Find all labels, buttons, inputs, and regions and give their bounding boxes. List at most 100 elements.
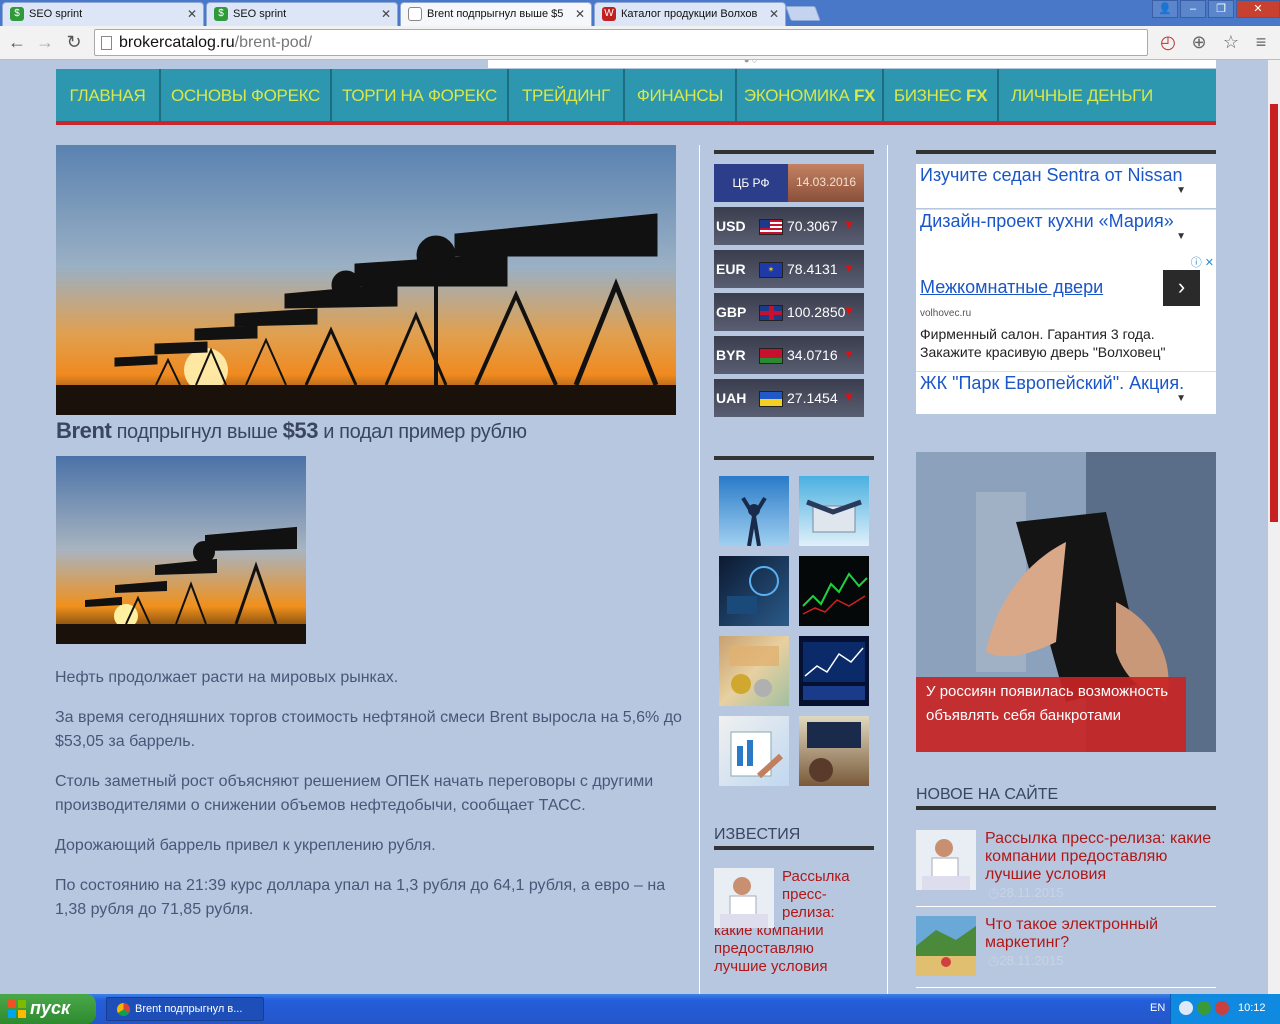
new-tab-button[interactable] <box>785 6 821 21</box>
tab-label: SEO sprint <box>233 8 287 20</box>
user-profile-icon[interactable]: 👤 <box>1152 0 1178 18</box>
article-title: Brent подпрыгнул выше $53 и подал пример… <box>56 418 527 443</box>
ad-doors[interactable]: ⓘ ✕ Межкомнатные двери › volhovec.ru Фир… <box>916 253 1216 371</box>
language-indicator[interactable]: EN <box>1150 1002 1165 1014</box>
down-arrow-icon: ▼ <box>843 347 855 361</box>
article-paragraph: По состоянию на 21:39 курс доллара упал … <box>55 877 666 918</box>
new-item-image[interactable] <box>916 916 976 976</box>
tab-label: Brent подпрыгнул выше $5 <box>427 8 564 20</box>
chevron-right-icon[interactable]: › <box>1163 270 1200 306</box>
uk-flag-icon <box>759 305 783 321</box>
article-hero-image <box>56 145 676 415</box>
nav-economy-fx[interactable]: ЭКОНОМИКА FX <box>737 69 884 121</box>
ad-park-european[interactable]: ЖК "Парк Европейский". Акция. ▼ <box>916 371 1216 414</box>
new-item-title[interactable]: Рассылка пресс-релиза: какие компании пр… <box>985 830 1213 884</box>
ad-sentra[interactable]: Изучите седан Sentra от Nissan ▼ <box>916 164 1216 208</box>
promo-bankruptcy[interactable]: У россиян появилась возможность объявлят… <box>916 452 1216 752</box>
article-paragraph: Столь заметный рост объясняют решением О… <box>55 773 654 814</box>
article-paragraph: Дорожающий баррель привел к укреплению р… <box>55 837 436 854</box>
clock-icon: ◷ <box>988 953 1000 968</box>
currency-row-uah: UAH 27.1454 ▼ <box>714 379 864 417</box>
nav-personal-money[interactable]: ЛИЧНЫЕ ДЕНЬГИ <box>999 69 1165 121</box>
new-item-title[interactable]: Что такое электронный маркетинг? <box>985 916 1213 952</box>
nav-trading[interactable]: ТРЕЙДИНГ <box>509 69 625 121</box>
section-underline <box>916 806 1216 810</box>
new-on-site-heading: НОВОЕ НА САЙТЕ <box>916 786 1059 803</box>
widget-top-bar <box>916 150 1216 154</box>
grid-image-documents[interactable] <box>719 716 789 786</box>
seosprint-favicon-icon: $ <box>10 7 24 21</box>
clock: 10:12 <box>1238 1002 1266 1014</box>
bookmark-star-icon[interactable]: ☆ <box>1220 31 1242 53</box>
nav-business-fx[interactable]: БИЗНЕС FX <box>884 69 999 121</box>
column-divider <box>699 145 700 994</box>
eu-flag-icon: ✶ <box>759 262 783 278</box>
nav-finance[interactable]: ФИНАНСЫ <box>625 69 737 121</box>
new-item-date: ◷28.11.2015 <box>988 953 1064 968</box>
ad-doors-description: Фирменный салон. Гарантия 3 года. Закажи… <box>920 326 1166 360</box>
ad-doors-title[interactable]: Межкомнатные двери <box>920 277 1103 298</box>
vertical-scrollbar[interactable] <box>1268 60 1280 994</box>
start-button[interactable]: пуск <box>0 994 96 1024</box>
main-navigation: ГЛАВНАЯ ОСНОВЫ ФОРЕКС ТОРГИ НА ФОРЕКС ТР… <box>56 69 1216 125</box>
extension-off-icon[interactable]: ◴ <box>1157 31 1179 53</box>
chevron-down-icon: ▼ <box>1176 185 1186 196</box>
address-bar[interactable]: brokercatalog.ru/brent-pod/ <box>94 29 1148 56</box>
section-underline <box>714 846 874 850</box>
ua-flag-icon <box>759 391 783 407</box>
chevron-down-icon: ▼ <box>1176 231 1186 242</box>
down-arrow-icon: ▼ <box>843 390 855 404</box>
network-icon[interactable] <box>1197 1001 1211 1015</box>
grid-image-stock-board[interactable] <box>799 636 869 706</box>
reload-icon[interactable]: ↻ <box>62 30 86 54</box>
grid-image-success[interactable] <box>719 476 789 546</box>
close-icon[interactable]: ✕ <box>187 7 197 21</box>
izvestia-news-image[interactable] <box>714 868 774 928</box>
scrollbar-thumb[interactable] <box>1270 104 1278 522</box>
article-paragraph: Нефть продолжает расти на мировых рынках… <box>55 669 399 686</box>
grid-image-digital[interactable] <box>719 556 789 626</box>
forward-arrow-icon[interactable]: → <box>33 30 57 54</box>
article-paragraph: За время сегодняшних торгов стоимость не… <box>55 709 682 750</box>
adchoices-icon[interactable]: ⓘ ✕ <box>1191 254 1214 270</box>
tab-seo-sprint-2[interactable]: $ SEO sprint ✕ <box>206 2 398 26</box>
back-arrow-tray-icon[interactable] <box>1179 1001 1193 1015</box>
tab-seo-sprint-1[interactable]: $ SEO sprint ✕ <box>2 2 204 26</box>
us-flag-icon <box>759 219 783 235</box>
currency-row-gbp: GBP 100.2850 ▼ <box>714 293 864 331</box>
close-icon[interactable]: ✕ <box>575 7 585 21</box>
minimize-button[interactable]: ‒ <box>1180 0 1206 18</box>
tab-volhovec-catalog[interactable]: W Каталог продукции Волхов ✕ <box>594 2 786 26</box>
nav-home[interactable]: ГЛАВНАЯ <box>56 69 161 121</box>
grid-image-currency[interactable] <box>719 636 789 706</box>
ad-kitchen[interactable]: Дизайн-проект кухни «Мария» ▼ <box>916 209 1216 253</box>
tab-brent-active[interactable]: Brent подпрыгнул выше $5 ✕ <box>400 2 592 26</box>
tab-label: SEO sprint <box>29 8 83 20</box>
close-icon[interactable]: ✕ <box>769 7 779 21</box>
close-icon[interactable]: ✕ <box>381 7 391 21</box>
nav-forex-trading[interactable]: ТОРГИ НА ФОРЕКС <box>332 69 509 121</box>
taskbar-chrome-window[interactable]: Brent подпрыгнул в... <box>106 997 264 1021</box>
browser-toolbar: ← → ↻ brokercatalog.ru/brent-pod/ ◴ ⊕ ☆ … <box>0 26 1280 60</box>
browser-tab-strip: $ SEO sprint ✕ $ SEO sprint ✕ Brent подп… <box>0 0 1280 26</box>
web-page: ● ○ ГЛАВНАЯ ОСНОВЫ ФОРЕКС ТОРГИ НА ФОРЕК… <box>0 60 1268 994</box>
currency-header: ЦБ РФ 14.03.2016 <box>714 164 864 202</box>
grid-image-exchange-rates[interactable] <box>799 716 869 786</box>
slider-dots[interactable]: ● ○ <box>744 60 757 65</box>
new-item-image[interactable] <box>916 830 976 890</box>
currency-row-usd: USD 70.3067 ▼ <box>714 207 864 245</box>
widget-top-bar <box>714 456 874 460</box>
globe-icon[interactable]: ⊕ <box>1188 31 1210 53</box>
window-close-button[interactable]: ✕ <box>1236 0 1280 18</box>
grid-image-chart[interactable] <box>799 556 869 626</box>
menu-icon[interactable]: ≡ <box>1250 31 1272 53</box>
promo-caption[interactable]: У россиян появилась возможность объявлят… <box>916 677 1186 752</box>
currency-row-eur: EUR ✶ 78.4131 ▼ <box>714 250 864 288</box>
security-icon[interactable] <box>1215 1001 1229 1015</box>
grid-image-handshake[interactable] <box>799 476 869 546</box>
divider <box>916 906 1216 907</box>
back-arrow-icon[interactable]: ← <box>5 30 29 54</box>
restore-button[interactable]: ❐ <box>1208 0 1234 18</box>
nav-forex-basics[interactable]: ОСНОВЫ ФОРЕКС <box>161 69 332 121</box>
currency-row-byr: BYR 34.0716 ▼ <box>714 336 864 374</box>
